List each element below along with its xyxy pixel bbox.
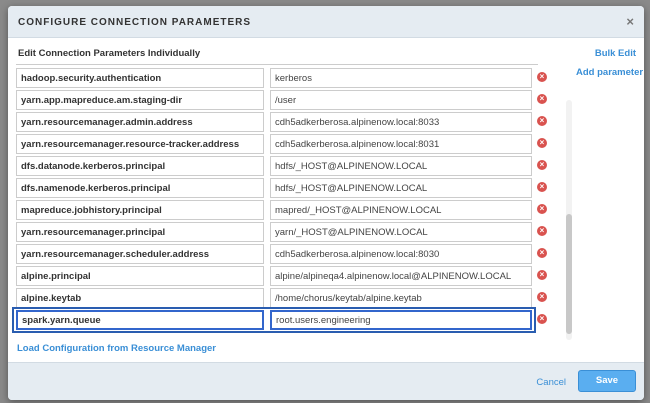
parameter-value-input[interactable]: mapred/_HOST@ALPINENOW.LOCAL bbox=[270, 200, 532, 220]
edit-individually-title: Edit Connection Parameters Individually bbox=[18, 48, 201, 59]
bulk-edit-link[interactable]: Bulk Edit bbox=[595, 48, 636, 59]
parameter-key-input[interactable]: yarn.app.mapreduce.am.staging-dir bbox=[16, 90, 264, 110]
parameter-row: spark.yarn.queue root.users.engineering × bbox=[8, 307, 568, 333]
parameter-row: dfs.namenode.kerberos.principal hdfs/_HOS… bbox=[8, 178, 568, 200]
parameter-key-input[interactable]: yarn.resourcemanager.scheduler.address bbox=[16, 244, 264, 264]
parameter-key-input[interactable]: yarn.resourcemanager.admin.address bbox=[16, 112, 264, 132]
remove-parameter-icon[interactable]: × bbox=[537, 72, 547, 82]
parameter-value-input[interactable]: yarn/_HOST@ALPINENOW.LOCAL bbox=[270, 222, 532, 242]
parameter-list: hadoop.security.authentication kerberos × y… bbox=[8, 64, 644, 342]
parameter-value-input[interactable]: cdh5adkerberosa.alpinenow.local:8031 bbox=[270, 134, 532, 154]
configure-connection-modal: CONFIGURE CONNECTION PARAMETERS × Edit C… bbox=[8, 6, 644, 400]
parameter-row: yarn.resourcemanager.scheduler.address cd… bbox=[8, 244, 568, 266]
remove-parameter-icon[interactable]: × bbox=[537, 226, 547, 236]
remove-parameter-icon[interactable]: × bbox=[537, 204, 547, 214]
modal-footer: Cancel Save bbox=[8, 362, 644, 400]
parameter-row: yarn.resourcemanager.resource-tracker.ad… bbox=[8, 134, 568, 156]
parameter-value-input[interactable]: cdh5adkerberosa.alpinenow.local:8030 bbox=[270, 244, 532, 264]
cancel-button[interactable]: Cancel bbox=[536, 377, 566, 388]
parameter-value-input[interactable]: alpine/alpineqa4.alpinenow.local@ALPINEN… bbox=[270, 266, 532, 286]
remove-parameter-icon[interactable]: × bbox=[537, 116, 547, 126]
parameter-key-input[interactable]: alpine.principal bbox=[16, 266, 264, 286]
scrollbar-thumb[interactable] bbox=[566, 214, 572, 334]
modal-title: CONFIGURE CONNECTION PARAMETERS bbox=[18, 17, 252, 28]
save-button[interactable]: Save bbox=[578, 370, 636, 392]
parameter-row: hadoop.security.authentication kerberos × bbox=[8, 68, 568, 90]
parameter-key-input[interactable]: dfs.namenode.kerberos.principal bbox=[16, 178, 264, 198]
parameter-value-input[interactable]: root.users.engineering bbox=[270, 310, 532, 330]
parameter-value-input[interactable]: hdfs/_HOST@ALPINENOW.LOCAL bbox=[270, 156, 532, 176]
parameter-value-input[interactable]: kerberos bbox=[270, 68, 532, 88]
parameter-key-input[interactable]: yarn.resourcemanager.resource-tracker.ad… bbox=[16, 134, 264, 154]
remove-parameter-icon[interactable]: × bbox=[537, 160, 547, 170]
modal-subheader: Edit Connection Parameters Individually … bbox=[8, 38, 644, 64]
parameter-key-input[interactable]: alpine.keytab bbox=[16, 288, 264, 308]
load-configuration-link[interactable]: Load Configuration from Resource Manager bbox=[17, 343, 216, 354]
parameter-value-input[interactable]: /home/chorus/keytab/alpine.keytab bbox=[270, 288, 532, 308]
remove-parameter-icon[interactable]: × bbox=[537, 248, 547, 258]
parameter-row: mapreduce.jobhistory.principal mapred/_HO… bbox=[8, 200, 568, 222]
parameter-key-input[interactable]: hadoop.security.authentication bbox=[16, 68, 264, 88]
remove-parameter-icon[interactable]: × bbox=[537, 314, 547, 324]
add-parameter-link[interactable]: Add parameter bbox=[576, 67, 643, 78]
parameter-key-input[interactable]: dfs.datanode.kerberos.principal bbox=[16, 156, 264, 176]
parameter-value-input[interactable]: /user bbox=[270, 90, 532, 110]
remove-parameter-icon[interactable]: × bbox=[537, 138, 547, 148]
list-top-divider bbox=[16, 64, 538, 65]
parameter-row: yarn.resourcemanager.admin.address cdh5ad… bbox=[8, 112, 568, 134]
parameter-key-input[interactable]: yarn.resourcemanager.principal bbox=[16, 222, 264, 242]
parameter-row: dfs.datanode.kerberos.principal hdfs/_HOS… bbox=[8, 156, 568, 178]
remove-parameter-icon[interactable]: × bbox=[537, 94, 547, 104]
parameter-row: yarn.resourcemanager.principal yarn/_HOST… bbox=[8, 222, 568, 244]
remove-parameter-icon[interactable]: × bbox=[537, 270, 547, 280]
parameter-value-input[interactable]: cdh5adkerberosa.alpinenow.local:8033 bbox=[270, 112, 532, 132]
parameter-key-input[interactable]: mapreduce.jobhistory.principal bbox=[16, 200, 264, 220]
remove-parameter-icon[interactable]: × bbox=[537, 292, 547, 302]
modal-header: CONFIGURE CONNECTION PARAMETERS × bbox=[8, 6, 644, 38]
parameter-row: yarn.app.mapreduce.am.staging-dir/user × bbox=[8, 90, 568, 112]
close-icon[interactable]: × bbox=[626, 14, 634, 29]
parameter-value-input[interactable]: hdfs/_HOST@ALPINENOW.LOCAL bbox=[270, 178, 532, 198]
parameter-row: alpine.principal alpine/alpineqa4.alpinen… bbox=[8, 266, 568, 288]
remove-parameter-icon[interactable]: × bbox=[537, 182, 547, 192]
parameter-key-input[interactable]: spark.yarn.queue bbox=[16, 310, 264, 330]
